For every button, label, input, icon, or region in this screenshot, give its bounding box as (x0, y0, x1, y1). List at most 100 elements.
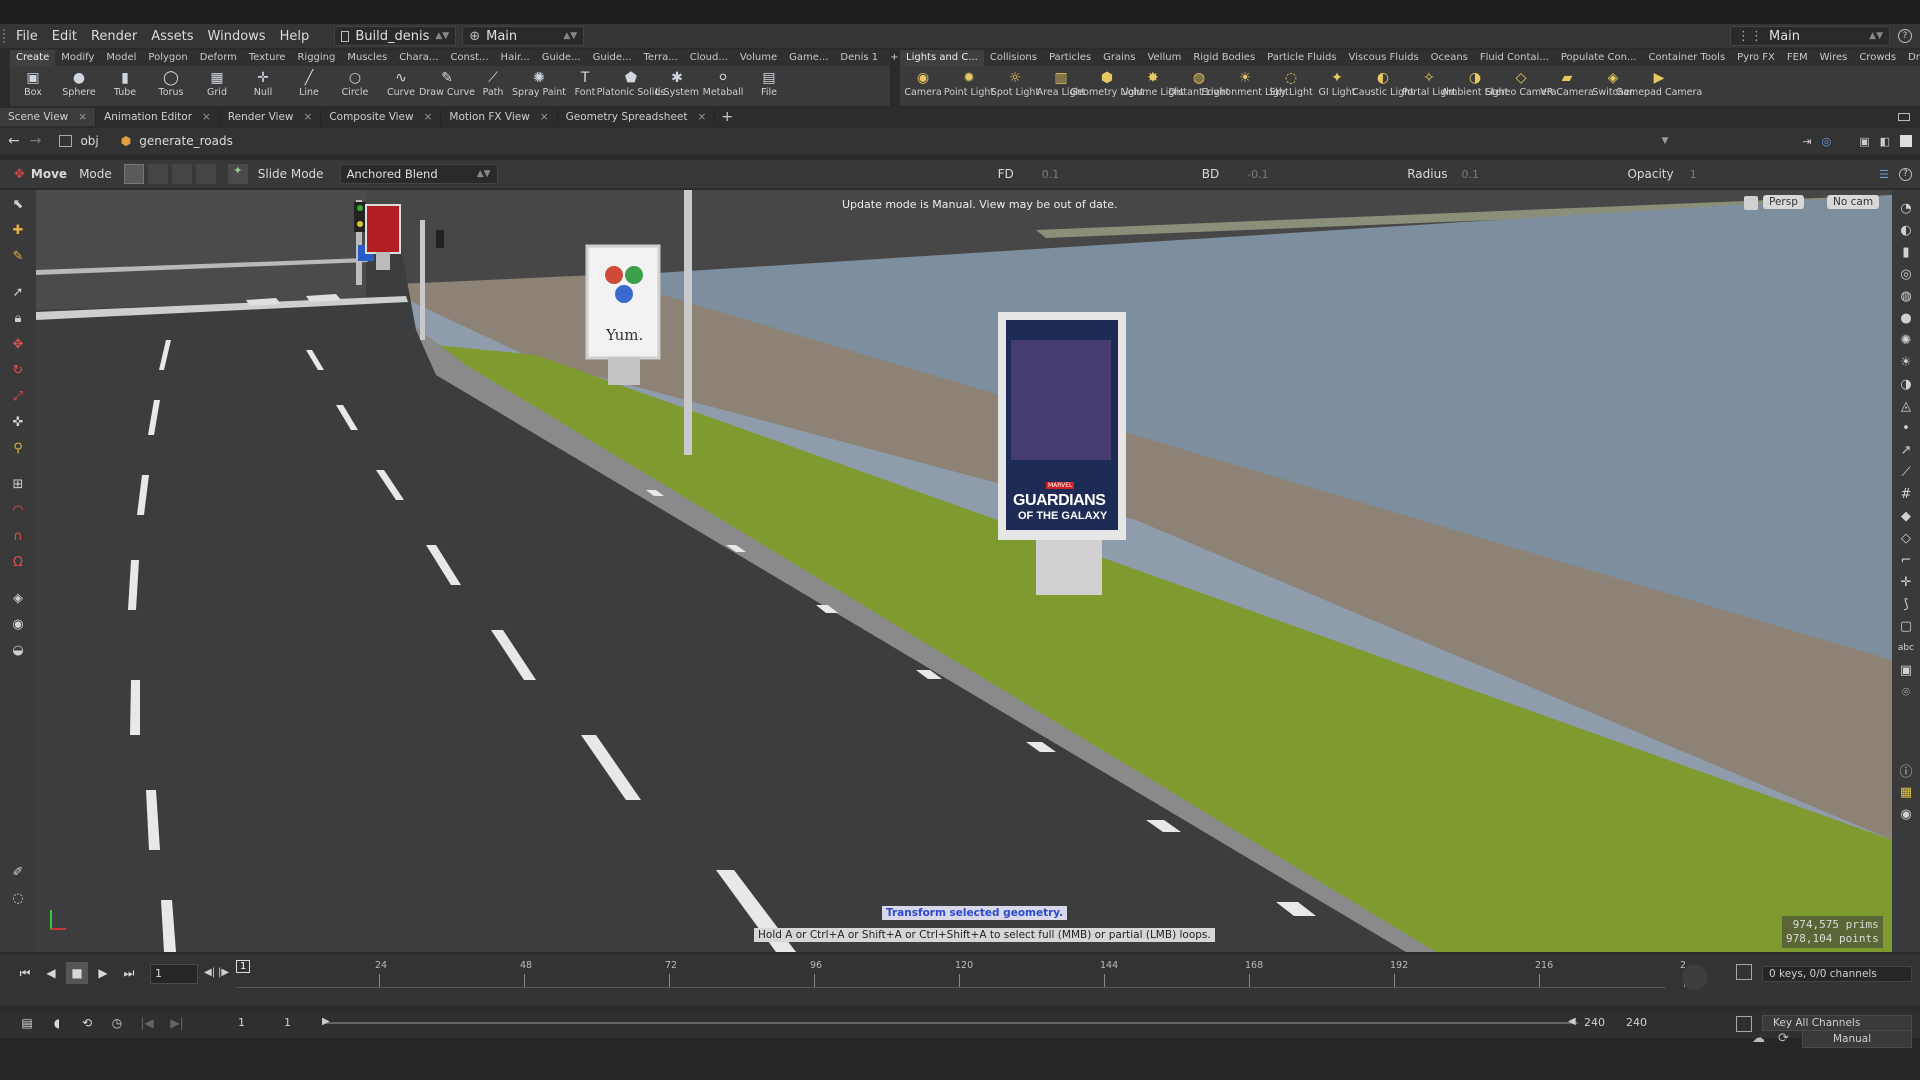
point-number-icon[interactable]: ◆ (1895, 507, 1917, 525)
current-frame-field[interactable]: 1 (150, 964, 198, 984)
frame-ruler[interactable]: 1 24 48 72 96 120 144 168 192 216 2 (236, 960, 1686, 988)
eye-icon[interactable]: ◉ (1895, 805, 1917, 823)
tab-animation-editor[interactable]: Animation Editor × (96, 108, 220, 126)
left-tool-platonic-solids[interactable]: ⬟ Platonic Solids (597, 66, 666, 106)
uv-display-icon[interactable]: ⟋ (1895, 463, 1917, 481)
right-tool-vr-camera[interactable]: ▰ VR Camera (1540, 66, 1593, 106)
global-start-field[interactable]: 1 (238, 1016, 245, 1029)
path-node[interactable]: generate_roads (139, 134, 233, 148)
left-tool-box[interactable]: ▣ Box (10, 66, 56, 106)
jump-start-icon[interactable]: ⏮ (14, 962, 36, 984)
right-tool-gi-light[interactable]: ✦ GI Light (1314, 66, 1360, 106)
realtime-icon[interactable]: ▤ (16, 1012, 38, 1034)
desktop-select[interactable]: Build_denis ▲▼ (334, 26, 457, 46)
step-back-icon[interactable]: ◀| (204, 967, 215, 978)
hull-icon[interactable]: ◇ (1895, 529, 1917, 547)
close-icon[interactable]: × (424, 108, 433, 126)
right-tool-gamepad-camera[interactable]: ▶ Gamepad Camera (1616, 66, 1702, 106)
right-tool-switcher[interactable]: ◈ Switcher (1590, 66, 1636, 106)
mode-button-1[interactable] (123, 164, 144, 184)
audio-icon[interactable]: ◖ (46, 1012, 68, 1034)
left-shelf-tab[interactable]: Const... (444, 50, 494, 66)
left-shelf-tab[interactable]: Guide... (536, 50, 587, 66)
right-shelf-tab[interactable]: Lights and C... (900, 50, 984, 66)
menu-windows[interactable]: Windows (201, 29, 273, 44)
update-mode-select[interactable]: Manual (1802, 1030, 1912, 1048)
layout-icon[interactable]: ▣ (1859, 135, 1869, 148)
info-icon[interactable]: ⓘ (1895, 761, 1917, 780)
globe-icon[interactable]: ◉ (7, 613, 29, 635)
jump-end-icon[interactable]: ⏭ (118, 962, 140, 984)
clock-icon[interactable]: ◷ (106, 1012, 128, 1034)
help-icon[interactable]: ? (1898, 29, 1912, 43)
right-tool-portal-light[interactable]: ✧ Portal Light (1402, 66, 1456, 106)
paint-icon[interactable]: ✐ (7, 861, 29, 883)
range-handle-left[interactable]: ▶ (322, 1016, 330, 1027)
wireframe-icon[interactable]: ◍ (1895, 287, 1917, 305)
cloud-icon[interactable]: ☁ (1752, 1031, 1765, 1046)
slide-icon[interactable]: ✦ (227, 164, 248, 184)
close-icon[interactable]: × (698, 108, 707, 126)
add-tab-icon[interactable]: + (721, 109, 733, 125)
right-shelf-tab[interactable]: Viscous Fluids (1343, 50, 1425, 66)
select-tool-icon[interactable]: ⬉ (7, 193, 29, 215)
left-tool-line[interactable]: ╱ Line (286, 66, 332, 106)
tab-motion-fx-view[interactable]: Motion FX View × (441, 108, 558, 126)
step-forward-icon[interactable]: |▶ (218, 967, 229, 978)
left-shelf-tab[interactable]: Rigging (291, 50, 341, 66)
range-start-field[interactable]: 1 (284, 1016, 291, 1029)
grid-toggle-icon[interactable]: ▦ (1895, 783, 1917, 801)
left-tool-spray-paint[interactable]: ✺ Spray Paint (512, 66, 566, 106)
vector-icon[interactable]: ✛ (1895, 573, 1917, 591)
left-shelf-tab[interactable]: Denis 1 (834, 50, 884, 66)
help-icon[interactable]: ? (1899, 167, 1912, 181)
transform-tool-icon[interactable]: ✚ (7, 219, 29, 241)
render-icon[interactable]: ◌ (7, 887, 29, 909)
right-tool-point-light[interactable]: ✹ Point Light (944, 66, 994, 106)
frame-icon[interactable]: ▣ (1895, 661, 1917, 679)
right-shelf-tab[interactable]: Drive Simula... (1902, 50, 1920, 66)
map-pin-icon[interactable]: ⌾ (1895, 683, 1917, 701)
right-shelf-tab[interactable]: Rigid Bodies (1187, 50, 1261, 66)
right-shelf-tab[interactable]: Pyro FX (1731, 50, 1781, 66)
left-tool-l-system[interactable]: ✱ L-System (654, 66, 700, 106)
point-display-icon[interactable]: • (1895, 419, 1917, 437)
scale-icon[interactable]: ⤢ (7, 385, 29, 407)
headlight-icon[interactable]: ☀ (1895, 353, 1917, 371)
right-shelf-tab[interactable]: Container Tools (1642, 50, 1731, 66)
box-display-icon[interactable]: ▢ (1895, 617, 1917, 635)
light-icon[interactable]: ◐ (1895, 221, 1917, 239)
guide-icon[interactable]: ⟆ (1895, 595, 1917, 613)
right-shelf-tab[interactable]: Particles (1043, 50, 1097, 66)
left-shelf-tab[interactable]: Deform (194, 50, 243, 66)
right-shelf-tab[interactable]: Oceans (1425, 50, 1474, 66)
right-shelf-tab[interactable]: Grains (1097, 50, 1141, 66)
opacity-field[interactable]: 1 (1690, 168, 1810, 181)
display-options-icon[interactable]: ◔ (1895, 199, 1917, 217)
back-arrow-icon[interactable]: ← (8, 133, 20, 149)
rotate-icon[interactable]: ↻ (7, 359, 29, 381)
left-shelf-tab[interactable]: Hair... (495, 50, 536, 66)
right-tool-distant-light[interactable]: ◍ Distant Light (1169, 66, 1230, 106)
right-tool-ambient-light[interactable]: ◑ Ambient Light (1442, 66, 1509, 106)
right-tool-volume-light[interactable]: ✸ Volume Light (1122, 66, 1184, 106)
left-tool-grid[interactable]: ▦ Grid (194, 66, 240, 106)
snap-icon[interactable]: Ω (7, 551, 29, 573)
range-handle-right[interactable]: ◀ (1568, 1016, 1576, 1027)
left-tool-torus[interactable]: ◯ Torus (148, 66, 194, 106)
stop-icon[interactable]: ■ (66, 962, 88, 984)
menu-render[interactable]: Render (84, 29, 144, 44)
left-tool-tube[interactable]: ▮ Tube (102, 66, 148, 106)
left-shelf-tab[interactable]: Modify (55, 50, 100, 66)
handle-icon[interactable]: ⚲ (7, 437, 29, 459)
left-tool-circle[interactable]: ○ Circle (332, 66, 378, 106)
close-icon[interactable]: × (202, 108, 211, 126)
visibility-icon[interactable]: ◑ (1895, 375, 1917, 393)
lock-view-icon[interactable] (1744, 196, 1758, 210)
link-icon[interactable]: ◎ (1822, 135, 1832, 148)
options-icon[interactable]: ☰ (1879, 168, 1889, 181)
persp-menu[interactable]: Persp (1763, 195, 1804, 209)
split-icon[interactable]: ◧ (1880, 135, 1890, 148)
right-shelf-tab[interactable]: Vellum (1141, 50, 1187, 66)
left-shelf-tab[interactable]: Cloud... (684, 50, 734, 66)
